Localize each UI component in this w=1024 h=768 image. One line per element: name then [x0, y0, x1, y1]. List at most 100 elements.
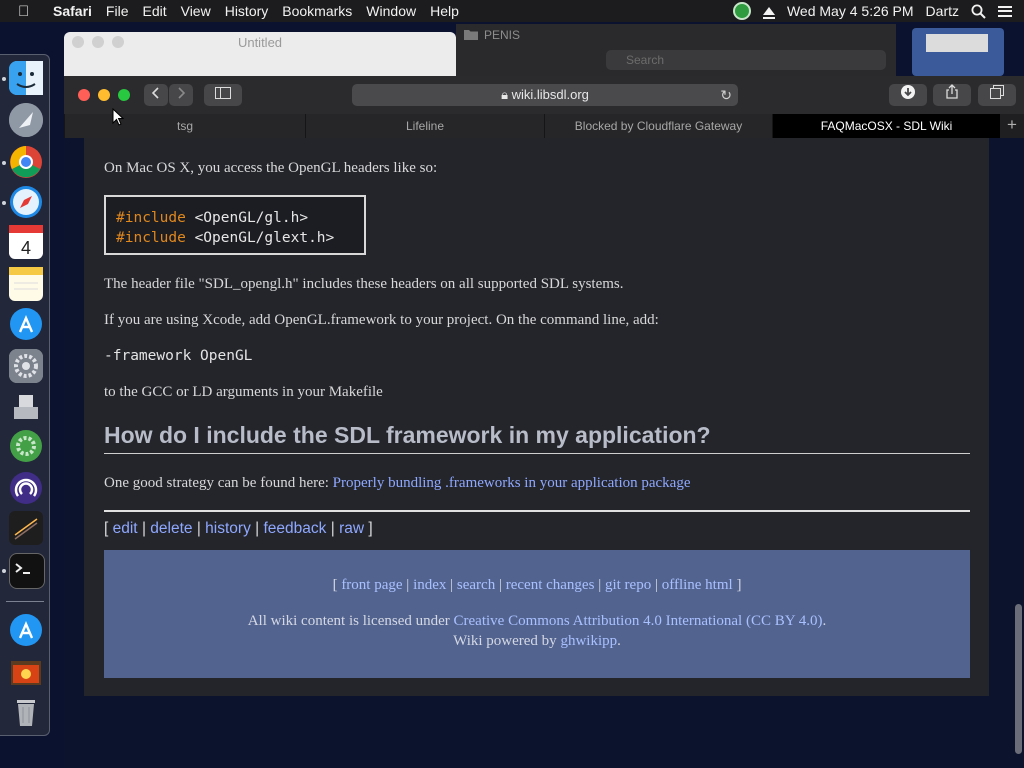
delete-link[interactable]: delete [150, 520, 192, 537]
paragraph-makefile: to the GCC or LD arguments in your Makef… [104, 384, 383, 400]
tabs-icon [990, 85, 1004, 99]
chrome-icon[interactable] [9, 145, 43, 179]
menu-bookmarks[interactable]: Bookmarks [275, 3, 359, 19]
paragraph-header-file: The header file "SDL_opengl.h" includes … [104, 276, 624, 292]
folder-icon [464, 30, 478, 40]
safari-icon[interactable] [9, 185, 43, 219]
tab-faqmacosx[interactable]: FAQMacOSX - SDL Wiki [772, 114, 1000, 138]
paragraph-opengl-headers: On Mac OS X, you access the OpenGL heade… [104, 160, 438, 176]
system-preferences-icon[interactable] [9, 349, 43, 383]
safari-window: 🔒︎ wiki.libsdl.org ↻ tsg Lifeline Blocke… [64, 76, 1024, 768]
page-actions: [ edit | delete | history | feedback | r… [104, 520, 373, 537]
gear-app-icon[interactable] [9, 429, 43, 463]
menu-window[interactable]: Window [359, 3, 423, 19]
fullscreen-window-icon[interactable] [118, 89, 130, 101]
dock-running-indicator [2, 161, 6, 165]
tab-overview-button[interactable] [978, 84, 1016, 106]
page-scrollbar[interactable] [1015, 604, 1022, 754]
close-window-icon[interactable] [78, 89, 90, 101]
tab-lifeline[interactable]: Lifeline [305, 114, 544, 138]
new-tab-button[interactable]: + [1000, 114, 1024, 138]
menu-app[interactable]: Safari [46, 3, 99, 19]
app-store-downloads-icon[interactable] [9, 613, 43, 647]
dock-running-indicator [2, 201, 6, 205]
dock-running-indicator [2, 569, 6, 573]
dock-running-indicator [2, 77, 6, 81]
sidebar-icon [215, 87, 231, 99]
ghwikipp-link[interactable]: ghwikipp [560, 633, 617, 649]
tab-bar: tsg Lifeline Blocked by Cloudflare Gatew… [64, 114, 1024, 138]
mouse-cursor-icon [112, 108, 124, 126]
window-title: Untitled [237, 35, 283, 50]
minimize-window-icon[interactable] [98, 89, 110, 101]
terminal-icon[interactable] [9, 553, 45, 589]
divider [104, 510, 970, 512]
bundling-frameworks-link[interactable]: Properly bundling .frameworks in your ap… [333, 475, 691, 491]
wiki-page: On Mac OS X, you access the OpenGL heade… [84, 138, 989, 696]
untitled-window[interactable]: Untitled [64, 32, 456, 78]
lock-icon: 🔒︎ [501, 87, 508, 102]
chevron-right-icon [178, 87, 186, 99]
spotlight-icon[interactable] [971, 4, 986, 19]
archive-utility-icon[interactable] [9, 389, 43, 423]
edit-link[interactable]: edit [113, 520, 138, 537]
history-link[interactable]: history [205, 520, 251, 537]
command-text: -framework OpenGL [104, 348, 253, 364]
powered-by-line: Wiki powered by ghwikipp. [453, 633, 621, 649]
launchpad-icon[interactable] [9, 103, 43, 137]
tab-tsg[interactable]: tsg [64, 114, 305, 138]
menu-history[interactable]: History [218, 3, 276, 19]
apple-menu-icon[interactable]:  [18, 3, 34, 20]
menu-help[interactable]: Help [423, 3, 466, 19]
front-page-link[interactable]: front page [341, 577, 402, 593]
downloads-button[interactable] [889, 84, 927, 106]
forward-button[interactable] [169, 84, 193, 106]
dock-separator [6, 601, 44, 602]
recent-changes-link[interactable]: recent changes [506, 577, 595, 593]
dock: 4 [0, 54, 50, 736]
cc-license-link[interactable]: Creative Commons Attribution 4.0 Interna… [454, 613, 823, 629]
search-link[interactable]: search [457, 577, 495, 593]
paragraph-xcode: If you are using Xcode, add OpenGL.frame… [104, 312, 659, 328]
menu-file[interactable]: File [99, 3, 136, 19]
paragraph-strategy: One good strategy can be found here: Pro… [104, 475, 691, 491]
finder-window[interactable]: PENIS Search [456, 24, 896, 76]
share-button[interactable] [933, 84, 971, 106]
license-line: All wiki content is licensed under Creat… [247, 613, 827, 629]
code-line: #include <OpenGL/glext.h> [116, 230, 335, 246]
reload-icon[interactable]: ↻ [720, 84, 732, 106]
notification-center-icon[interactable] [998, 5, 1012, 17]
menu-view[interactable]: View [174, 3, 218, 19]
offline-html-link[interactable]: offline html [662, 577, 733, 593]
torrent-app-icon[interactable] [9, 471, 43, 505]
status-menu-icon[interactable] [732, 2, 751, 20]
git-repo-link[interactable]: git repo [605, 577, 651, 593]
section-heading: How do I include the SDL framework in my… [104, 422, 970, 454]
menu-clock[interactable]: Wed May 4 5:26 PM [787, 3, 914, 19]
menu-user[interactable]: Dartz [926, 3, 959, 19]
address-bar[interactable]: 🔒︎ wiki.libsdl.org ↻ [352, 84, 738, 106]
chevron-left-icon [151, 87, 159, 99]
index-link[interactable]: index [413, 577, 446, 593]
sidebar-button[interactable] [204, 84, 242, 106]
notes-icon[interactable] [9, 267, 43, 301]
back-button[interactable] [144, 84, 168, 106]
feedback-link[interactable]: feedback [263, 520, 326, 537]
downloads-stack-icon[interactable] [9, 655, 43, 689]
finder-icon[interactable] [9, 61, 43, 95]
app-store-icon[interactable] [9, 307, 43, 341]
url-text: wiki.libsdl.org [511, 87, 589, 102]
eject-icon[interactable] [762, 7, 775, 19]
trash-icon[interactable] [9, 695, 43, 729]
calendar-icon[interactable]: 4 [9, 225, 43, 259]
tab-blocked[interactable]: Blocked by Cloudflare Gateway [544, 114, 772, 138]
download-icon [901, 85, 915, 99]
web-viewport[interactable]: On Mac OS X, you access the OpenGL heade… [64, 138, 1024, 768]
wiki-footer: [ front page | index | search | recent c… [104, 550, 970, 678]
code-line: #include <OpenGL/gl.h> [116, 210, 309, 226]
console-icon[interactable] [9, 511, 43, 545]
raw-link[interactable]: raw [339, 520, 364, 537]
share-icon [946, 84, 958, 99]
menu-edit[interactable]: Edit [135, 3, 173, 19]
finder-search-input[interactable]: Search [606, 50, 886, 70]
